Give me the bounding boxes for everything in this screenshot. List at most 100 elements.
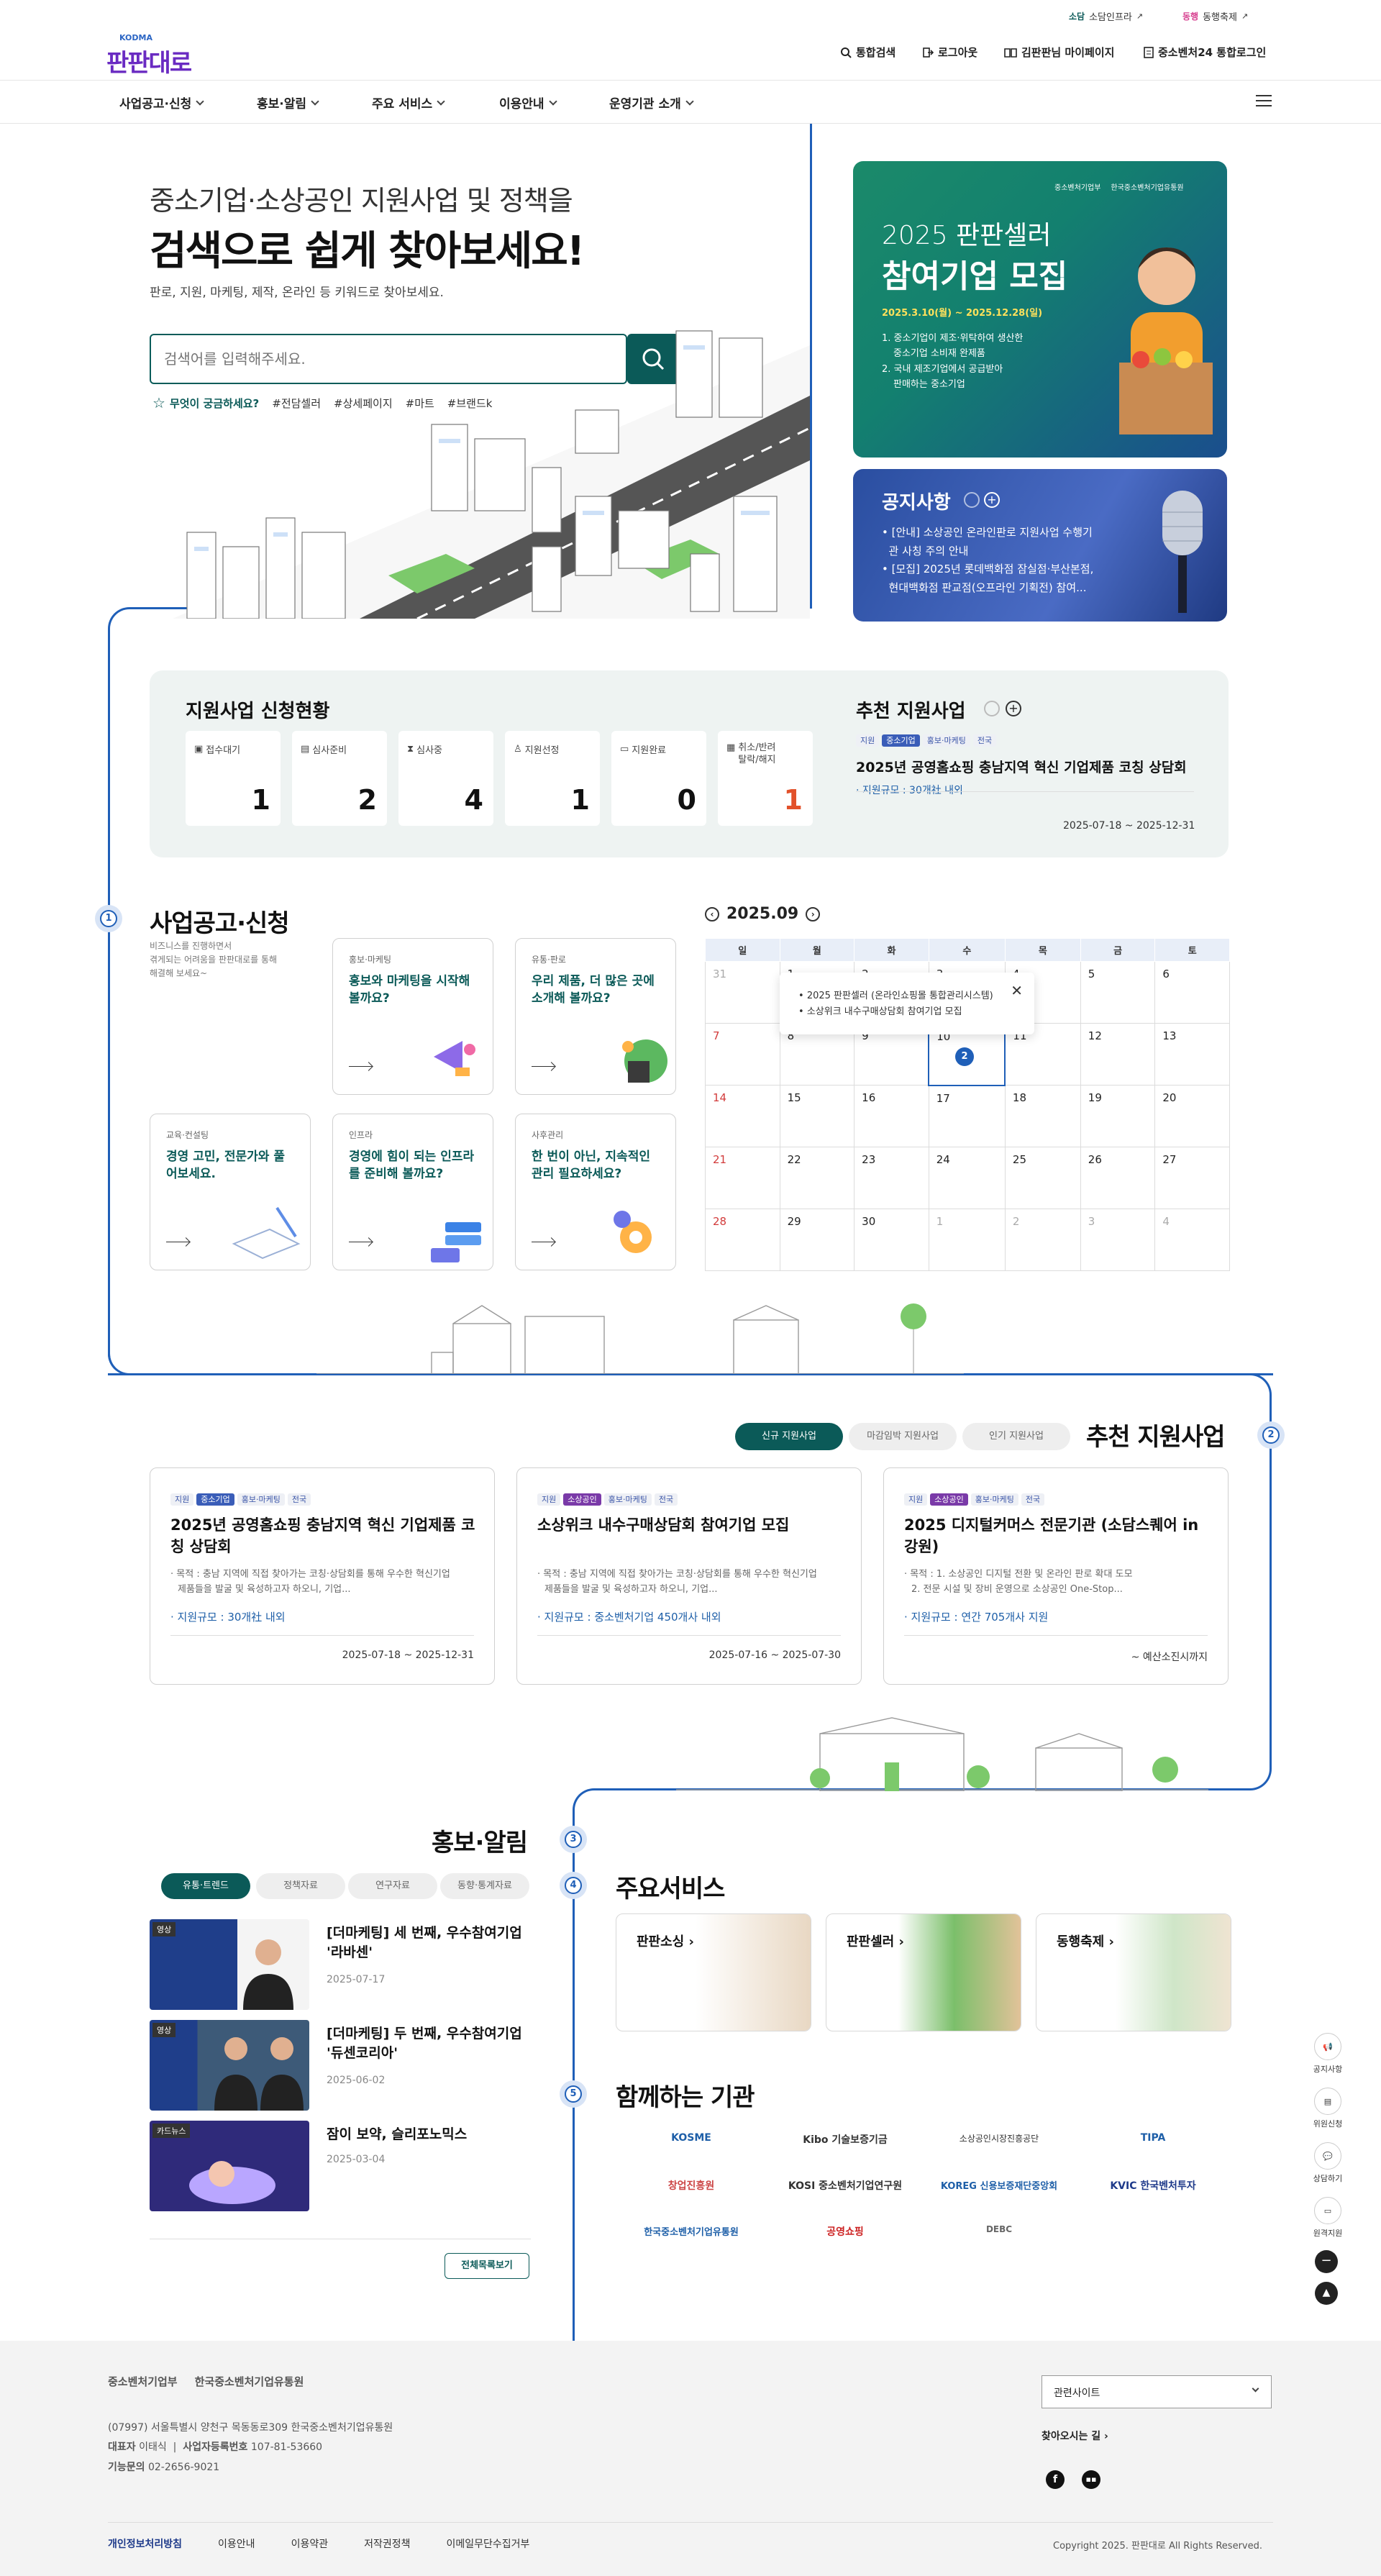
menu-icon[interactable] <box>1256 95 1272 108</box>
email-policy-link[interactable]: 이메일무단수집거부 <box>447 2536 530 2551</box>
event-count-badge[interactable]: 2 <box>955 1047 974 1066</box>
scroll-top-icon[interactable]: ▲ <box>1315 2282 1338 2305</box>
recommend-small-item[interactable]: 2025년 공영홈쇼핑 충남지역 혁신 기업제품 코칭 상담회 <box>856 757 1187 776</box>
popup-item[interactable]: • 소상위크 내수구매상담회 참여기업 모집 <box>798 1004 1034 1020</box>
status-card-cancel[interactable]: ▦ 취소/반려 탈락/해지 1 <box>718 731 813 826</box>
partner-logo[interactable]: 소상공인시장진흥공단 <box>924 2132 1075 2144</box>
calendar-day[interactable]: 4 <box>1154 1209 1230 1271</box>
biz-card-aftercare[interactable]: 사후관리 한 번이 아닌, 지속적인 관리 필요하세요? <box>515 1114 676 1270</box>
quick-remote[interactable]: ▭ 원격지원 <box>1308 2197 1348 2239</box>
service-card-festival[interactable]: 동행축제 › <box>1036 1913 1231 2031</box>
partner-logo[interactable]: KOSI 중소벤처기업연구원 <box>770 2178 921 2193</box>
status-card-waiting[interactable]: ▣ 접수대기 1 <box>186 731 281 826</box>
status-card-selected[interactable]: ♙ 지원선정 1 <box>505 731 600 826</box>
biz-card-consulting[interactable]: 교육·컨설팅 경영 고민, 전문가와 풀어보세요. <box>150 1114 311 1270</box>
calendar-day[interactable]: 18 <box>1004 1085 1081 1147</box>
partner-logo[interactable]: Kibo 기술보증기금 <box>770 2132 921 2147</box>
calendar-day[interactable]: 28 <box>705 1209 780 1271</box>
nav-guide[interactable]: 이용안내 <box>499 94 557 111</box>
calendar-day[interactable]: 22 <box>779 1147 855 1209</box>
calendar-day[interactable]: 16 <box>854 1085 929 1147</box>
calendar-day[interactable]: 5 <box>1080 961 1156 1024</box>
related-sites-select[interactable]: 관련사이트 <box>1042 2375 1272 2408</box>
calendar-day[interactable]: 17 <box>928 1085 1006 1147</box>
tab-policy[interactable]: 정책자료 <box>256 1873 345 1899</box>
calendar-day[interactable]: 14 <box>705 1085 780 1147</box>
tab-research[interactable]: 연구자료 <box>348 1873 437 1899</box>
status-card-prepare[interactable]: ▤ 심사준비 2 <box>292 731 387 826</box>
service-card-seller[interactable]: 판판셀러 › <box>826 1913 1021 2031</box>
plus-icon[interactable]: + <box>1006 701 1021 716</box>
recommend-card[interactable]: 지원 중소기업 홍보·마케팅 전국 2025년 공영홈쇼핑 충남지역 혁신 기업제품 … <box>150 1467 495 1685</box>
service-card-sourcing[interactable]: 판판소싱 › <box>616 1913 811 2031</box>
logout-button[interactable]: 로그아웃 <box>922 45 977 60</box>
calendar-day[interactable]: 19 <box>1080 1085 1156 1147</box>
biz-card-distribution[interactable]: 유통·판로 우리 제품, 더 많은 곳에 소개해 볼까요? <box>515 938 676 1095</box>
nav-promo[interactable]: 홍보·알림 <box>257 94 319 111</box>
partner-logo[interactable]: 한국중소벤처기업유통원 <box>616 2224 767 2238</box>
calendar-day[interactable]: 20 <box>1154 1085 1230 1147</box>
chat-icon[interactable]: ▪▪ <box>1082 2470 1100 2489</box>
calendar-day[interactable]: 26 <box>1080 1147 1156 1209</box>
calendar-day[interactable]: 25 <box>1004 1147 1081 1209</box>
notice-item[interactable]: • [안내] 소상공인 온라인판로 지원사업 수행기 관 사칭 주의 안내 <box>882 524 1119 560</box>
calendar-day[interactable]: 23 <box>854 1147 929 1209</box>
calendar-day[interactable]: 3 <box>1080 1209 1156 1271</box>
close-icon[interactable]: ✕ <box>1011 978 1023 1003</box>
view-all-button[interactable]: 전체목록보기 <box>445 2253 529 2279</box>
directions-link[interactable]: 찾아오시는 길 › <box>1042 2429 1108 2443</box>
recommend-card[interactable]: 지원 소상공인 홍보·마케팅 전국 2025 디지털커머스 전문기관 (소담스퀘어 i… <box>883 1467 1229 1685</box>
pause-icon[interactable] <box>984 701 1000 716</box>
tab-trend[interactable]: 유통·트렌드 <box>161 1873 250 1899</box>
partner-logo[interactable]: DEBC <box>924 2224 1075 2234</box>
partner-logo[interactable]: 창업진흥원 <box>616 2178 767 2193</box>
unified-search-button[interactable]: 통합검색 <box>840 45 895 60</box>
tab-new[interactable]: 신규 지원사업 <box>735 1423 843 1450</box>
quick-chat[interactable]: 💬 상담하기 <box>1308 2142 1348 2184</box>
tab-popular[interactable]: 인기 지원사업 <box>962 1423 1070 1450</box>
status-card-complete[interactable]: ▭ 지원완료 0 <box>611 731 706 826</box>
privacy-link[interactable]: 개인정보처리방침 <box>108 2536 182 2551</box>
news-item[interactable]: 영상 [더마케팅] 두 번째, 우수참여기업 '듀센코리아' 2025-06-02 <box>150 2020 531 2112</box>
partner-logo[interactable]: TIPA <box>1077 2132 1229 2144</box>
mypage-button[interactable]: 김판판님 마이페이지 <box>1004 45 1114 60</box>
sodam-link[interactable]: 소담 소담인프라 ↗ <box>1069 9 1143 23</box>
login24-button[interactable]: 중소벤처24 통합로그인 <box>1144 45 1266 60</box>
tab-deadline[interactable]: 마감임박 지원사업 <box>849 1423 957 1450</box>
partner-logo[interactable]: KOSME <box>616 2132 767 2144</box>
calendar-day[interactable]: 2 <box>1004 1209 1081 1271</box>
calendar-day[interactable]: 13 <box>1154 1023 1230 1086</box>
minus-icon[interactable]: − <box>1315 2250 1338 2273</box>
news-item[interactable]: 영상 [더마케팅] 세 번째, 우수참여기업 '라바센' 2025-07-17 <box>150 1919 531 2011</box>
biz-card-infra[interactable]: 인프라 경영에 힘이 되는 인프라를 준비해 볼까요? <box>332 1114 493 1270</box>
calendar-day[interactable]: 29 <box>779 1209 855 1271</box>
calendar-day[interactable]: 30 <box>854 1209 929 1271</box>
calendar-day[interactable]: 31 <box>705 961 780 1024</box>
calendar-day[interactable]: 7 <box>705 1023 780 1086</box>
partner-logo[interactable]: KVIC 한국벤처투자 <box>1077 2178 1229 2193</box>
chevron-right-icon[interactable]: › <box>806 906 821 921</box>
calendar-day[interactable]: 6 <box>1154 961 1230 1024</box>
calendar-day[interactable]: 12 <box>1080 1023 1156 1086</box>
partner-logo[interactable]: 공영쇼핑 <box>770 2224 921 2239</box>
calendar-day[interactable]: 15 <box>779 1085 855 1147</box>
status-card-review[interactable]: ⧗ 심사중 4 <box>398 731 493 826</box>
nav-services[interactable]: 주요 서비스 <box>372 94 445 111</box>
notice-item[interactable]: • [모집] 2025년 롯데백화점 잠실점·부산본점, 현대백화점 판교점(오… <box>882 560 1119 597</box>
tab-stats[interactable]: 동향·통계자료 <box>440 1873 529 1899</box>
festival-link[interactable]: 동행 동행축제 ↗ <box>1182 9 1248 23</box>
plus-icon[interactable]: + <box>984 492 1000 508</box>
nav-about[interactable]: 운영기관 소개 <box>609 94 694 111</box>
pause-icon[interactable] <box>964 492 980 508</box>
biz-card-marketing[interactable]: 홍보·마케팅 홍보와 마케팅을 시작해 볼까요? <box>332 938 493 1095</box>
popup-item[interactable]: • 2025 판판셀러 (온라인쇼핑몰 통합관리시스템) <box>798 988 1034 1004</box>
recommend-card[interactable]: 지원 소상공인 홍보·마케팅 전국 소상위크 내수구매상담회 참여기업 모집 · 목적… <box>516 1467 862 1685</box>
partner-logo[interactable]: KOREG 신용보증재단중앙회 <box>924 2178 1075 2192</box>
calendar-day[interactable]: 21 <box>705 1147 780 1209</box>
quick-apply[interactable]: ▤ 위원신청 <box>1308 2088 1348 2129</box>
quick-notice[interactable]: 📢 공지사항 <box>1308 2033 1348 2075</box>
seller-recruit-banner[interactable]: 중소벤처기업부 한국중소벤처기업유통원 2025 판판셀러 참여기업 모집 202… <box>853 161 1227 458</box>
news-item[interactable]: 카드뉴스 잠이 보약, 슬리포노믹스 2025-03-04 <box>150 2121 531 2213</box>
facebook-icon[interactable]: f <box>1046 2470 1065 2489</box>
nav-business[interactable]: 사업공고·신청 <box>119 94 204 111</box>
